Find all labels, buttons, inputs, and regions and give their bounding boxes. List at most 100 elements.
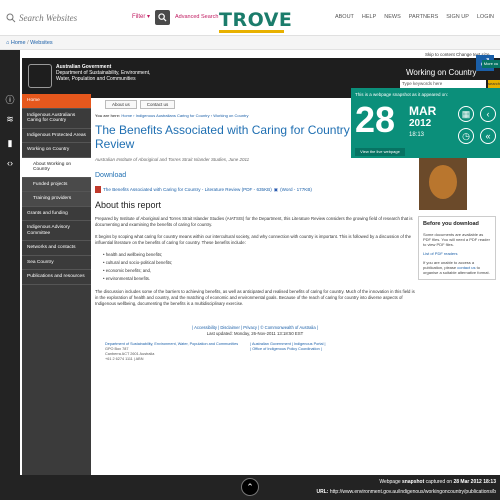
last-updated: Last updated: Monday, 26-Nov-2011 13:18:… (206, 331, 304, 336)
sidebar-item[interactable]: Grants and funding (22, 207, 91, 221)
box-text: Some documents are available as PDF file… (423, 232, 490, 247)
list-item: health and wellbeing benefits; (103, 251, 415, 259)
pdf-readers-link[interactable]: List of PDF readers (423, 251, 457, 256)
nav-help[interactable]: HELP (362, 14, 376, 20)
filter-dropdown[interactable]: Filter ▾ (132, 13, 150, 20)
sidebar-item[interactable]: Networks and contacts (22, 241, 91, 256)
search-icon (158, 13, 167, 22)
gov-line-3: Water, Population and Communities (56, 76, 136, 82)
layers-icon[interactable]: ≋ (5, 114, 15, 124)
snapshot-month: MAR (409, 104, 437, 118)
sidebar-item[interactable]: Publications and resources (22, 270, 91, 285)
capture-prefix: Webpage (379, 479, 403, 485)
viewer-left-rail: ⓘ ≋ ▮ ‹› (0, 50, 20, 500)
coat-of-arms-icon (28, 64, 52, 88)
sidebar-item[interactable]: Sea Country (22, 256, 91, 270)
home-icon: ⌂ (6, 40, 10, 46)
trove-logo[interactable]: TROVE (219, 9, 292, 31)
oipc-link[interactable]: | Office of Indigenous Policy Coordinati… (250, 347, 322, 351)
capture-bold: snapshot (402, 479, 425, 485)
snapshot-message: This is a webpage snapshot as it appeare… (355, 92, 449, 97)
tab-contact-us[interactable]: Contact us (139, 100, 176, 109)
gov-links[interactable]: | Australian Government | Indigenous Por… (250, 342, 325, 346)
info-icon[interactable]: ⓘ (5, 95, 15, 105)
sidebar-item[interactable]: Home (22, 94, 91, 109)
calendar-icon[interactable]: ▦ (458, 106, 474, 122)
before-you-download-box: Before you download Some documents are a… (418, 216, 496, 280)
address-line: GPO Box 787 (105, 347, 129, 351)
list-item: cultural and socio-political benefits; (103, 259, 415, 267)
list-item: environmental benefits. (103, 275, 415, 283)
download-pdf-link[interactable]: The Benefits Associated with Caring for … (103, 187, 272, 192)
site-search-button[interactable]: search (488, 80, 500, 88)
benefits-list: health and wellbeing benefits; cultural … (95, 251, 415, 283)
breadcrumb-home[interactable]: Home (11, 40, 26, 46)
sidebar-item[interactable]: About Working on Country (22, 157, 91, 178)
first-snapshot-icon[interactable]: « (480, 128, 496, 144)
breadcrumb-separator: / (27, 40, 29, 46)
feature-photo (419, 150, 467, 210)
download-word-link[interactable]: (Word - 177KB) (280, 187, 312, 192)
trove-top-bar: Filter ▾ Advanced Search TROVE ABOUT HEL… (0, 0, 500, 36)
list-item: economic benefits; and, (103, 267, 415, 275)
paragraph-2: It begins by scoping what caring for cou… (95, 234, 412, 245)
search-icon (6, 13, 16, 23)
capture-mid: captured on (424, 479, 454, 485)
scroll-up-icon[interactable]: ⌃ (241, 478, 259, 496)
sidebar-item[interactable]: Indigenous Protected Areas (22, 129, 91, 143)
paragraph-1: Prepared by Institute of Aboriginal and … (95, 216, 413, 227)
top-nav: ABOUT HELP NEWS PARTNERS SIGN UP LOGIN (335, 14, 494, 20)
nav-sign-up[interactable]: SIGN UP (446, 14, 469, 20)
tab-about-us[interactable]: About us (105, 100, 137, 109)
previous-arrow-icon[interactable]: ‹ (480, 106, 496, 122)
bookmark-icon[interactable]: ▮ (5, 138, 15, 148)
capture-url: URL: http://www.environment.gov.au/indig… (317, 489, 496, 495)
capture-info: Webpage snapshot captured on 28 Mar 2012… (379, 479, 496, 485)
word-icon: ▣ (273, 186, 279, 192)
logo-underline (219, 30, 284, 33)
code-icon[interactable]: ‹› (5, 158, 15, 168)
box-text-2: If you are unable to access a publicatio… (423, 260, 491, 275)
view-live-button[interactable]: View the live webpage (355, 148, 405, 156)
site-footer-links[interactable]: | Accessibility | Disclaimer | Privacy |… (95, 325, 415, 330)
sidebar-item[interactable]: Funded projects (22, 177, 91, 192)
clock-icon[interactable]: ◷ (458, 128, 474, 144)
sidebar-item[interactable]: Training providers (22, 192, 91, 207)
pdf-icon (95, 186, 101, 193)
address-line: Canberra ACT 2601 Australia (105, 352, 155, 356)
url-label: URL: (316, 489, 330, 495)
paragraph-3: The discussion includes some of the barr… (95, 289, 415, 306)
breadcrumb: ⌂ Home / Websites (0, 36, 500, 50)
breadcrumb-websites[interactable]: Websites (30, 40, 53, 46)
nav-news[interactable]: NEWS (384, 14, 401, 20)
search-button[interactable] (155, 10, 170, 25)
box-heading: Before you download (423, 221, 479, 227)
sidebar-item[interactable]: Working on Country (22, 143, 91, 158)
about-heading: About this report (95, 200, 162, 210)
search-input[interactable] (19, 13, 139, 23)
snapshot-time: 18:13 (409, 132, 425, 138)
capture-date: 28 Mar 2012 18:13 (453, 479, 496, 485)
keywords-input[interactable]: Type keywords here (400, 80, 486, 88)
sidebar-item[interactable]: Indigenous Advisory Committee (22, 221, 91, 241)
nav-login[interactable]: LOGIN (477, 14, 494, 20)
site-side-menu: Home Indigenous Australians Caring for Co… (22, 94, 91, 475)
section-title: Working on Country (406, 68, 477, 77)
footer-address: Department of Sustainability, Environmen… (105, 342, 415, 362)
download-heading: Download (95, 172, 127, 179)
download-links: The Benefits Associated with Caring for … (95, 186, 415, 193)
nav-partners[interactable]: PARTNERS (409, 14, 438, 20)
snapshot-day: 28 (355, 99, 396, 140)
nav-about[interactable]: ABOUT (335, 14, 354, 20)
right-column: Before you download Some documents are a… (418, 150, 496, 280)
url-value[interactable]: http://www.environment.gov.au/indigenous… (330, 489, 496, 495)
more-captures-button[interactable]: More cu (482, 60, 500, 68)
address-column-2: | Australian Government | Indigenous Por… (250, 342, 325, 362)
department-name: Australian Government Department of Sust… (56, 64, 150, 82)
advanced-search-link[interactable]: Advanced Search (175, 14, 218, 20)
sidebar-item[interactable]: Indigenous Australians Caring for Countr… (22, 109, 91, 129)
you-are-here-path[interactable]: Home › Indigenous Australians Caring for… (121, 113, 248, 118)
address-column-1: Department of Sustainability, Environmen… (105, 342, 238, 362)
department-link[interactable]: Department of Sustainability, Environmen… (105, 342, 238, 346)
snapshot-panel: This is a webpage snapshot as it appeare… (351, 88, 500, 158)
